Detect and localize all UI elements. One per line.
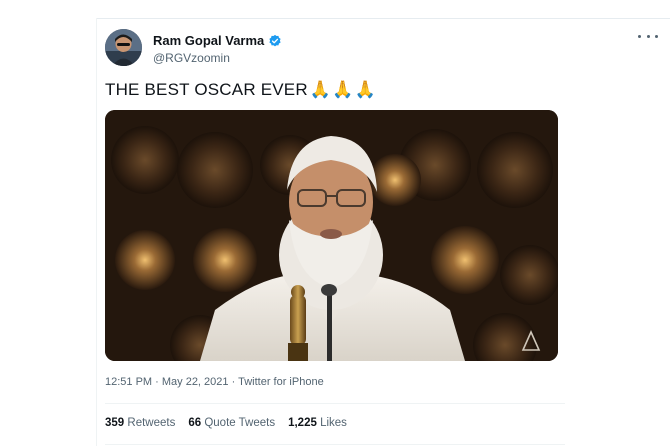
tweet-text-content: THE BEST OSCAR EVER <box>105 80 308 99</box>
likes-label: Likes <box>320 417 347 429</box>
more-options-icon[interactable] <box>638 29 658 43</box>
avatar[interactable] <box>105 29 142 66</box>
folded-hands-emoji: 🙏 <box>309 80 332 99</box>
quote-count: 66 <box>188 417 202 429</box>
retweets-label: Retweets <box>127 417 176 429</box>
divider-bottom <box>105 444 565 445</box>
likes-stat[interactable]: 1,225 Likes <box>288 417 347 429</box>
author-name-row: Ram Gopal Varma <box>153 33 282 48</box>
tweet-card: Ram Gopal Varma @RGVzoomin THE BEST OSCA… <box>97 19 670 446</box>
verified-badge-icon <box>268 34 282 48</box>
tweet-text: THE BEST OSCAR EVER 🙏 🙏 🙏 <box>105 80 376 100</box>
retweets-stat[interactable]: 359 Retweets <box>105 417 175 429</box>
emoji-group: 🙏 🙏 🙏 <box>309 80 376 100</box>
user-handle[interactable]: @RGVzoomin <box>153 51 230 65</box>
quote-label: Quote Tweets <box>204 417 276 429</box>
folded-hands-emoji: 🙏 <box>332 80 354 99</box>
tweet-timestamp[interactable]: 12:51 PM · May 22, 2021 · Twitter for iP… <box>105 376 324 388</box>
display-name[interactable]: Ram Gopal Varma <box>153 33 264 48</box>
video-frame <box>105 110 558 361</box>
likes-count: 1,225 <box>288 417 317 429</box>
retweets-count: 359 <box>105 417 125 429</box>
video-player[interactable] <box>105 110 558 361</box>
folded-hands-emoji: 🙏 <box>354 80 376 99</box>
quote-tweets-stat[interactable]: 66 Quote Tweets <box>188 417 275 429</box>
divider <box>105 403 565 404</box>
engagement-stats: 359 Retweets 66 Quote Tweets 1,225 Likes <box>105 417 360 429</box>
